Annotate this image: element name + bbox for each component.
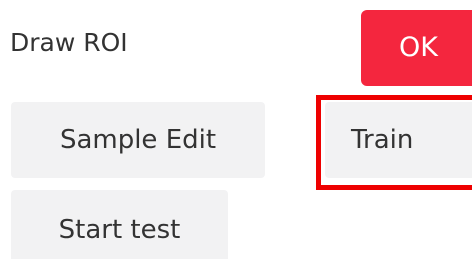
ok-button[interactable]: OK [361, 10, 472, 86]
start-test-button[interactable]: Start test [11, 190, 228, 259]
draw-roi-label: Draw ROI [10, 28, 128, 57]
sample-edit-button[interactable]: Sample Edit [11, 102, 265, 178]
train-highlight-box [316, 95, 472, 190]
panel: Draw ROI OK Sample Edit Train Start test [0, 0, 472, 259]
